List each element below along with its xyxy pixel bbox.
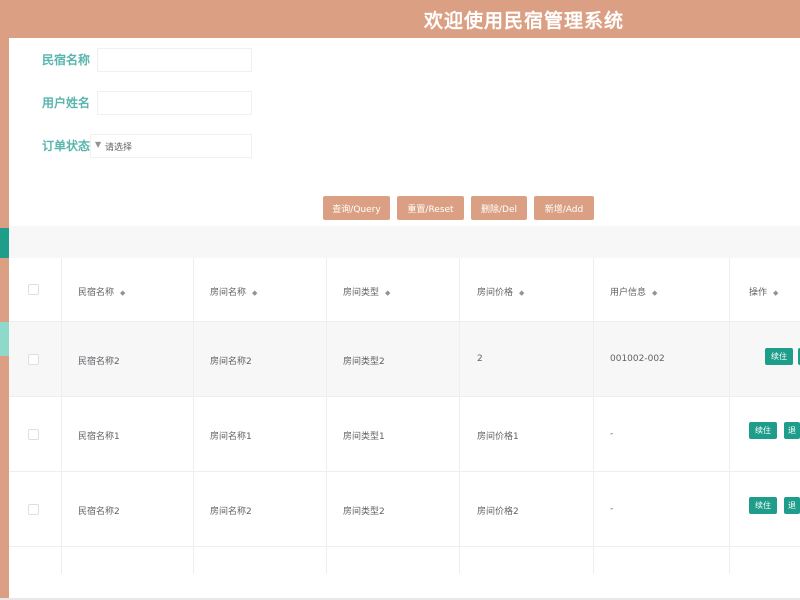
- cell-price: 房间价格1: [477, 432, 519, 442]
- homestay-name-label: 民宿名称: [42, 53, 91, 67]
- cell-room: 房间名称2: [210, 507, 252, 517]
- cell-type: 房间类型2: [343, 357, 385, 367]
- column-header-room[interactable]: 房间名称 ◆: [210, 285, 257, 298]
- cell-homestay: 民宿名称1: [78, 432, 120, 442]
- column-header-homestay[interactable]: 民宿名称 ◆: [78, 285, 125, 298]
- table-toolbar: [9, 226, 800, 258]
- table-row: 民宿名称2 房间名称2 房间类型2 2 001002-002 续住: [9, 322, 800, 397]
- add-button[interactable]: 新增/Add: [534, 196, 594, 220]
- cell-price: 房间价格2: [477, 507, 519, 517]
- user-name-input[interactable]: [97, 91, 252, 115]
- data-table: 民宿名称 ◆ 房间名称 ◆ 房间类型 ◆ 房间价格 ◆ 用户信息 ◆ 操作 ◆ 民宿名称2 …: [9, 258, 800, 574]
- sort-icon[interactable]: ◆: [252, 289, 257, 297]
- row-checkbox[interactable]: [28, 354, 39, 365]
- order-status-label: 订单状态: [42, 139, 91, 153]
- table-row: [9, 547, 800, 574]
- sort-icon[interactable]: ◆: [519, 289, 524, 297]
- cell-user: -: [610, 429, 614, 439]
- page-title: 欢迎使用民宿管理系统: [424, 10, 625, 32]
- row-checkbox[interactable]: [28, 429, 39, 440]
- table-header-row: 民宿名称 ◆ 房间名称 ◆ 房间类型 ◆ 房间价格 ◆ 用户信息 ◆ 操作 ◆: [9, 258, 800, 322]
- column-divider: [326, 258, 327, 574]
- homestay-name-row: 民宿名称: [42, 48, 262, 72]
- order-status-row: 订单状态 ▼ 请选择: [42, 134, 262, 158]
- order-status-placeholder: 请选择: [105, 143, 133, 153]
- order-status-select[interactable]: ▼ 请选择: [90, 134, 252, 158]
- extend-stay-button[interactable]: 续住: [765, 348, 793, 365]
- cell-room: 房间名称2: [210, 357, 252, 367]
- column-divider: [729, 258, 730, 574]
- sidebar-tab-active[interactable]: [0, 228, 9, 258]
- extend-stay-button[interactable]: 续住: [749, 497, 777, 514]
- cell-user: 001002-002: [610, 354, 665, 364]
- checkout-button[interactable]: 退: [784, 422, 800, 439]
- column-divider: [193, 258, 194, 574]
- cell-type: 房间类型1: [343, 432, 385, 442]
- column-header-actions[interactable]: 操作 ◆: [749, 285, 778, 298]
- cell-user: -: [610, 504, 614, 514]
- column-divider: [459, 258, 460, 574]
- homestay-name-input[interactable]: [97, 48, 252, 72]
- sort-icon[interactable]: ◆: [652, 289, 657, 297]
- cell-homestay: 民宿名称2: [78, 507, 120, 517]
- cell-price: 2: [477, 354, 483, 364]
- sort-icon[interactable]: ◆: [120, 289, 125, 297]
- sort-icon[interactable]: ◆: [385, 289, 390, 297]
- column-header-type[interactable]: 房间类型 ◆: [343, 285, 390, 298]
- chevron-down-icon: ▼: [95, 140, 102, 149]
- table-row: 民宿名称2 房间名称2 房间类型2 房间价格2 - 续住 退: [9, 472, 800, 547]
- select-all-checkbox[interactable]: [28, 284, 39, 295]
- column-divider: [61, 258, 62, 574]
- sidebar-strip: [0, 38, 9, 600]
- cell-homestay: 民宿名称2: [78, 357, 120, 367]
- sidebar-tab-secondary[interactable]: [0, 322, 9, 356]
- delete-button[interactable]: 删除/Del: [471, 196, 527, 220]
- top-header-bar: 欢迎使用民宿管理系统: [0, 0, 800, 38]
- column-header-price[interactable]: 房间价格 ◆: [477, 285, 524, 298]
- query-button[interactable]: 查询/Query: [323, 196, 390, 220]
- cell-type: 房间类型2: [343, 507, 385, 517]
- sort-icon[interactable]: ◆: [773, 289, 778, 297]
- reset-button[interactable]: 重置/Reset: [397, 196, 464, 220]
- user-name-label: 用户姓名: [42, 96, 91, 110]
- cell-room: 房间名称1: [210, 432, 252, 442]
- table-row: 民宿名称1 房间名称1 房间类型1 房间价格1 - 续住 退: [9, 397, 800, 472]
- checkout-button[interactable]: 退: [784, 497, 800, 514]
- user-name-row: 用户姓名: [42, 91, 262, 115]
- column-divider: [593, 258, 594, 574]
- row-checkbox[interactable]: [28, 504, 39, 515]
- column-header-user[interactable]: 用户信息 ◆: [610, 285, 657, 298]
- extend-stay-button[interactable]: 续住: [749, 422, 777, 439]
